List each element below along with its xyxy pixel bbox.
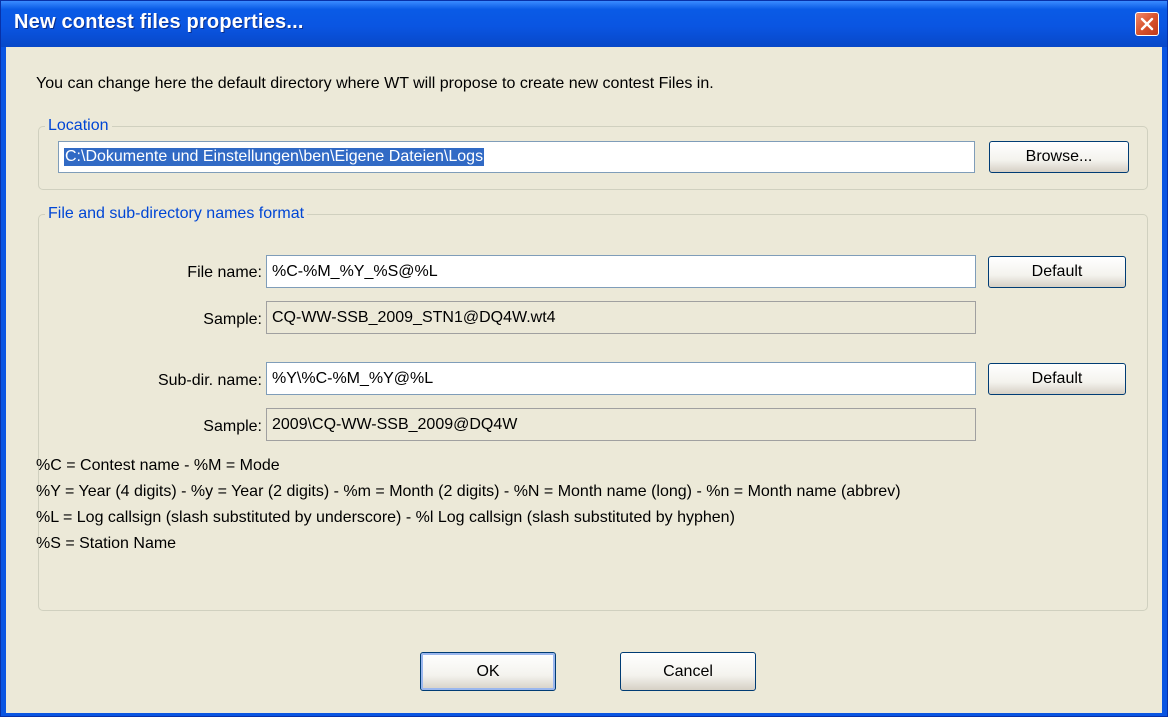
file-name-input[interactable]: %C-%M_%Y_%S@%L: [266, 255, 976, 288]
subdir-default-button[interactable]: Default: [988, 363, 1126, 395]
location-path-input[interactable]: C:\Dokumente und Einstellungen\ben\Eigen…: [58, 141, 975, 173]
help-line-contest-mode: %C = Contest name - %M = Mode: [36, 457, 280, 474]
subdir-name-label: Sub-dir. name:: [157, 372, 262, 389]
file-sample-field: CQ-WW-SSB_2009_STN1@DQ4W.wt4: [266, 301, 976, 334]
close-icon: [1140, 17, 1154, 31]
subdir-sample-label: Sample:: [203, 418, 262, 435]
format-legend: File and sub-directory names format: [48, 205, 305, 222]
subdir-sample-field: 2009\CQ-WW-SSB_2009@DQ4W: [266, 408, 976, 441]
help-line-date: %Y = Year (4 digits) - %y = Year (2 digi…: [36, 483, 901, 500]
intro-text: You can change here the default director…: [36, 75, 714, 92]
help-line-station: %S = Station Name: [36, 535, 177, 552]
file-name-label: File name:: [187, 264, 262, 281]
location-path-value: C:\Dokumente und Einstellungen\ben\Eigen…: [64, 148, 485, 166]
close-button[interactable]: [1135, 12, 1159, 36]
window-title: New contest files properties...: [14, 11, 304, 33]
cancel-button[interactable]: Cancel: [620, 652, 756, 691]
file-default-button[interactable]: Default: [988, 256, 1126, 288]
title-bar[interactable]: New contest files properties...: [1, 1, 1167, 47]
help-line-callsign: %L = Log callsign (slash substituted by …: [36, 509, 735, 526]
ok-button[interactable]: OK: [420, 652, 556, 691]
dialog-body: You can change here the default director…: [6, 47, 1162, 713]
subdir-name-input[interactable]: %Y\%C-%M_%Y@%L: [266, 362, 976, 395]
location-legend: Location: [48, 117, 109, 134]
browse-button[interactable]: Browse...: [989, 141, 1129, 173]
dialog-window: New contest files properties... You can …: [0, 0, 1168, 717]
file-sample-label: Sample:: [203, 311, 262, 328]
